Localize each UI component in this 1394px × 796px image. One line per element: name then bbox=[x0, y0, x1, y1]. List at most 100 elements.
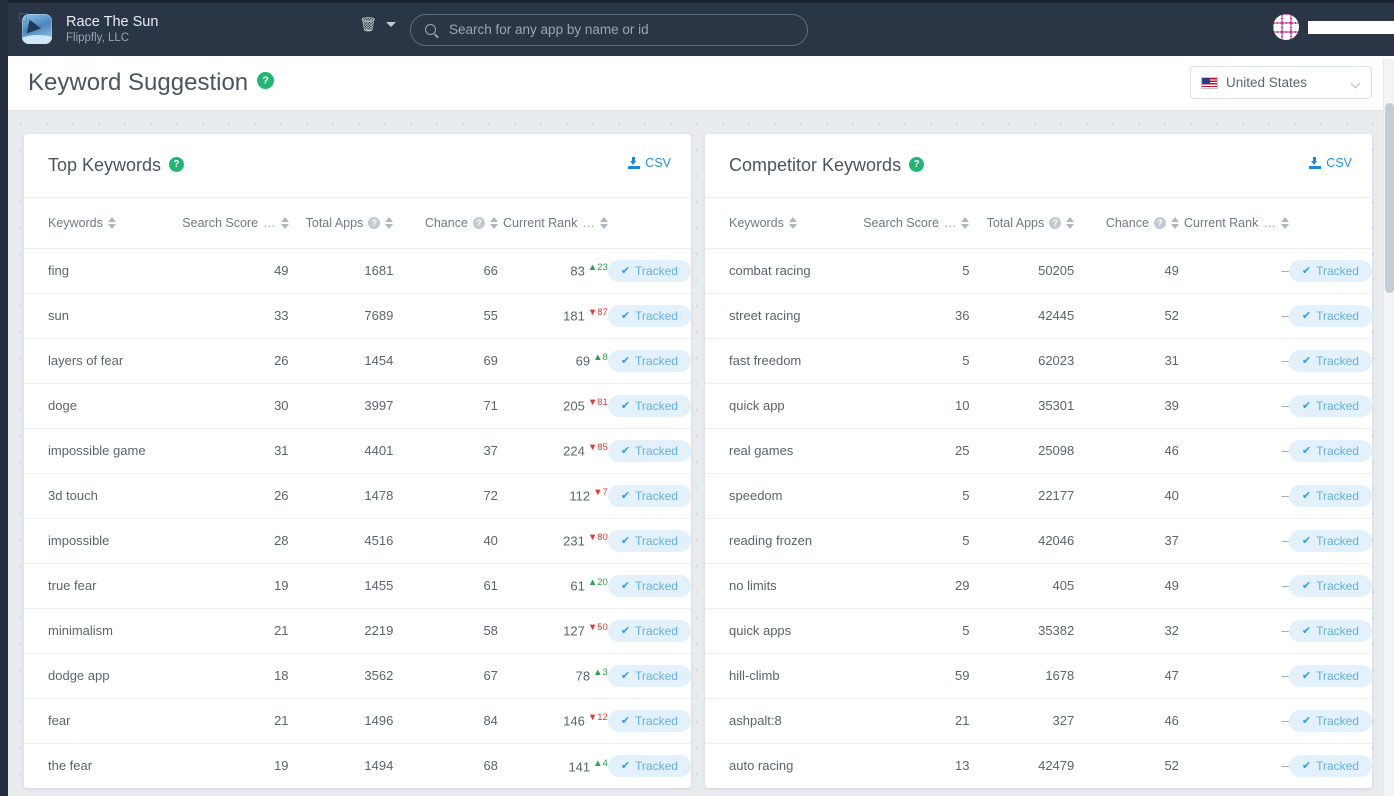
column-header-chance[interactable]: Chance? bbox=[1074, 198, 1179, 249]
tracked-button[interactable]: ✔ Tracked bbox=[1288, 394, 1372, 417]
cell-action[interactable]: ✔ Tracked bbox=[607, 383, 691, 429]
column-header-search-score[interactable]: Search Score… bbox=[173, 198, 289, 249]
tracked-button[interactable]: ✔ Tracked bbox=[607, 574, 691, 597]
tracked-button[interactable]: ✔ Tracked bbox=[1288, 709, 1372, 732]
panel-help-icon[interactable]: ? bbox=[909, 157, 925, 172]
user-account-block[interactable] bbox=[1273, 14, 1394, 40]
table-row[interactable]: quick apps 5 35382 32 – ✔ Tracked bbox=[705, 608, 1372, 654]
column-header-current-rank[interactable]: Current Rank… bbox=[1178, 198, 1289, 249]
table-row[interactable]: the fear 19 1494 68 141 ▲4 ✔ Tracked bbox=[24, 743, 691, 788]
table-row[interactable]: street racing 36 42445 52 – ✔ Tracked bbox=[705, 293, 1372, 339]
column-help-icon[interactable]: ? bbox=[1049, 216, 1062, 229]
cell-action[interactable]: ✔ Tracked bbox=[1288, 293, 1372, 339]
cell-action[interactable]: ✔ Tracked bbox=[1288, 563, 1372, 609]
sort-toggle-icon[interactable] bbox=[280, 216, 289, 229]
tracked-button[interactable]: ✔ Tracked bbox=[1288, 439, 1372, 462]
chevron-down-icon[interactable] bbox=[386, 21, 396, 27]
tracked-button[interactable]: ✔ Tracked bbox=[607, 484, 691, 507]
table-row[interactable]: true fear 19 1455 61 61 ▲20 ✔ Tracked bbox=[24, 563, 691, 609]
table-row[interactable]: combat racing 5 50205 49 – ✔ Tracked bbox=[705, 248, 1372, 294]
sort-toggle-icon[interactable] bbox=[788, 216, 797, 229]
table-row[interactable]: fast freedom 5 62023 31 – ✔ Tracked bbox=[705, 338, 1372, 384]
tracked-button[interactable]: ✔ Tracked bbox=[607, 664, 691, 687]
table-row[interactable]: layers of fear 26 1454 69 69 ▲8 ✔ Tracked bbox=[24, 338, 691, 384]
cell-action[interactable]: ✔ Tracked bbox=[607, 698, 691, 744]
table-row[interactable]: no limits 29 405 49 – ✔ Tracked bbox=[705, 563, 1372, 609]
sort-toggle-icon[interactable] bbox=[1280, 216, 1289, 229]
sort-toggle-icon[interactable] bbox=[599, 216, 608, 229]
cell-action[interactable]: ✔ Tracked bbox=[607, 248, 691, 294]
cell-action[interactable]: ✔ Tracked bbox=[1288, 473, 1372, 519]
column-header-chance[interactable]: Chance? bbox=[393, 198, 498, 249]
column-header-current-rank[interactable]: Current Rank… bbox=[497, 198, 608, 249]
table-row[interactable]: ashpalt:8 21 327 46 – ✔ Tracked bbox=[705, 698, 1372, 744]
column-header-total-apps[interactable]: Total Apps? bbox=[969, 198, 1075, 249]
search-box[interactable] bbox=[410, 13, 808, 46]
cell-action[interactable]: ✔ Tracked bbox=[607, 473, 691, 519]
tracked-button[interactable]: ✔ Tracked bbox=[1288, 664, 1372, 687]
trash-icon[interactable]: 🗑 bbox=[359, 17, 377, 31]
cell-action[interactable]: ✔ Tracked bbox=[607, 338, 691, 384]
column-header-keywords[interactable]: Keywords bbox=[705, 198, 855, 249]
page-help-icon[interactable]: ? bbox=[257, 72, 275, 90]
column-header-keywords[interactable]: Keywords bbox=[24, 198, 174, 249]
page-scrollbar[interactable] bbox=[1383, 59, 1394, 796]
tracked-button[interactable]: ✔ Tracked bbox=[1288, 259, 1372, 282]
cell-action[interactable]: ✔ Tracked bbox=[607, 563, 691, 609]
avatar[interactable] bbox=[1273, 14, 1299, 40]
tracked-button[interactable]: ✔ Tracked bbox=[1288, 484, 1372, 507]
country-select[interactable]: United States bbox=[1190, 66, 1372, 99]
tracked-button[interactable]: ✔ Tracked bbox=[607, 619, 691, 642]
cell-action[interactable]: ✔ Tracked bbox=[1288, 383, 1372, 429]
sort-toggle-icon[interactable] bbox=[961, 216, 970, 229]
search-input[interactable] bbox=[447, 21, 787, 38]
tracked-button[interactable]: ✔ Tracked bbox=[1288, 304, 1372, 327]
cell-action[interactable]: ✔ Tracked bbox=[607, 608, 691, 654]
tracked-button[interactable]: ✔ Tracked bbox=[1288, 349, 1372, 372]
table-row[interactable]: dodge app 18 3562 67 78 ▲3 ✔ Tracked bbox=[24, 653, 691, 699]
table-row[interactable]: impossible game 31 4401 37 224 ▼85 ✔ Tracked bbox=[24, 428, 691, 474]
sort-toggle-icon[interactable] bbox=[489, 216, 498, 229]
table-row[interactable]: real games 25 25098 46 – ✔ Tracked bbox=[705, 428, 1372, 474]
column-header-search-score[interactable]: Search Score… bbox=[854, 198, 970, 249]
column-header-total-apps[interactable]: Total Apps? bbox=[288, 198, 394, 249]
tracked-button[interactable]: ✔ Tracked bbox=[607, 394, 691, 417]
table-row[interactable]: fear 21 1496 84 146 ▼12 ✔ Tracked bbox=[24, 698, 691, 744]
tracked-button[interactable]: ✔ Tracked bbox=[1288, 529, 1372, 552]
column-help-icon[interactable]: ? bbox=[472, 216, 485, 229]
table-row[interactable]: 3d touch 26 1478 72 112 ▼7 ✔ Tracked bbox=[24, 473, 691, 519]
table-row[interactable]: speedom 5 22177 40 – ✔ Tracked bbox=[705, 473, 1372, 519]
table-row[interactable]: fing 49 1681 66 83 ▲23 ✔ Tracked bbox=[24, 248, 691, 294]
scrollbar-thumb[interactable] bbox=[1385, 103, 1394, 293]
cell-action[interactable]: ✔ Tracked bbox=[607, 428, 691, 474]
table-row[interactable]: doge 30 3997 71 205 ▼81 ✔ Tracked bbox=[24, 383, 691, 429]
cell-action[interactable]: ✔ Tracked bbox=[1288, 338, 1372, 384]
column-help-icon[interactable]: ? bbox=[1153, 216, 1166, 229]
tracked-button[interactable]: ✔ Tracked bbox=[607, 439, 691, 462]
csv-export-button[interactable]: CSV bbox=[1309, 156, 1352, 170]
cell-action[interactable]: ✔ Tracked bbox=[1288, 698, 1372, 744]
current-app-block[interactable]:  Race The Sun Flippfly, LLC 🗑 bbox=[0, 3, 410, 56]
column-help-icon[interactable]: ? bbox=[368, 216, 381, 229]
cell-action[interactable]: ✔ Tracked bbox=[1288, 248, 1372, 294]
sort-toggle-icon[interactable] bbox=[385, 216, 394, 229]
cell-action[interactable]: ✔ Tracked bbox=[607, 653, 691, 699]
tracked-button[interactable]: ✔ Tracked bbox=[1288, 754, 1372, 777]
table-row[interactable]: sun 33 7689 55 181 ▼87 ✔ Tracked bbox=[24, 293, 691, 339]
sort-toggle-icon[interactable] bbox=[107, 216, 116, 229]
tracked-button[interactable]: ✔ Tracked bbox=[607, 529, 691, 552]
cell-action[interactable]: ✔ Tracked bbox=[1288, 743, 1372, 788]
tracked-button[interactable]: ✔ Tracked bbox=[1288, 619, 1372, 642]
cell-action[interactable]: ✔ Tracked bbox=[1288, 518, 1372, 564]
cell-action[interactable]: ✔ Tracked bbox=[607, 293, 691, 339]
tracked-button[interactable]: ✔ Tracked bbox=[1288, 574, 1372, 597]
tracked-button[interactable]: ✔ Tracked bbox=[607, 304, 691, 327]
cell-action[interactable]: ✔ Tracked bbox=[1288, 653, 1372, 699]
table-row[interactable]: impossible 28 4516 40 231 ▼80 ✔ Tracked bbox=[24, 518, 691, 564]
cell-action[interactable]: ✔ Tracked bbox=[607, 743, 691, 788]
table-row[interactable]: reading frozen 5 42046 37 – ✔ Tracked bbox=[705, 518, 1372, 564]
table-row[interactable]: hill-climb 59 1678 47 – ✔ Tracked bbox=[705, 653, 1372, 699]
tracked-button[interactable]: ✔ Tracked bbox=[607, 259, 691, 282]
tracked-button[interactable]: ✔ Tracked bbox=[607, 709, 691, 732]
cell-action[interactable]: ✔ Tracked bbox=[607, 518, 691, 564]
